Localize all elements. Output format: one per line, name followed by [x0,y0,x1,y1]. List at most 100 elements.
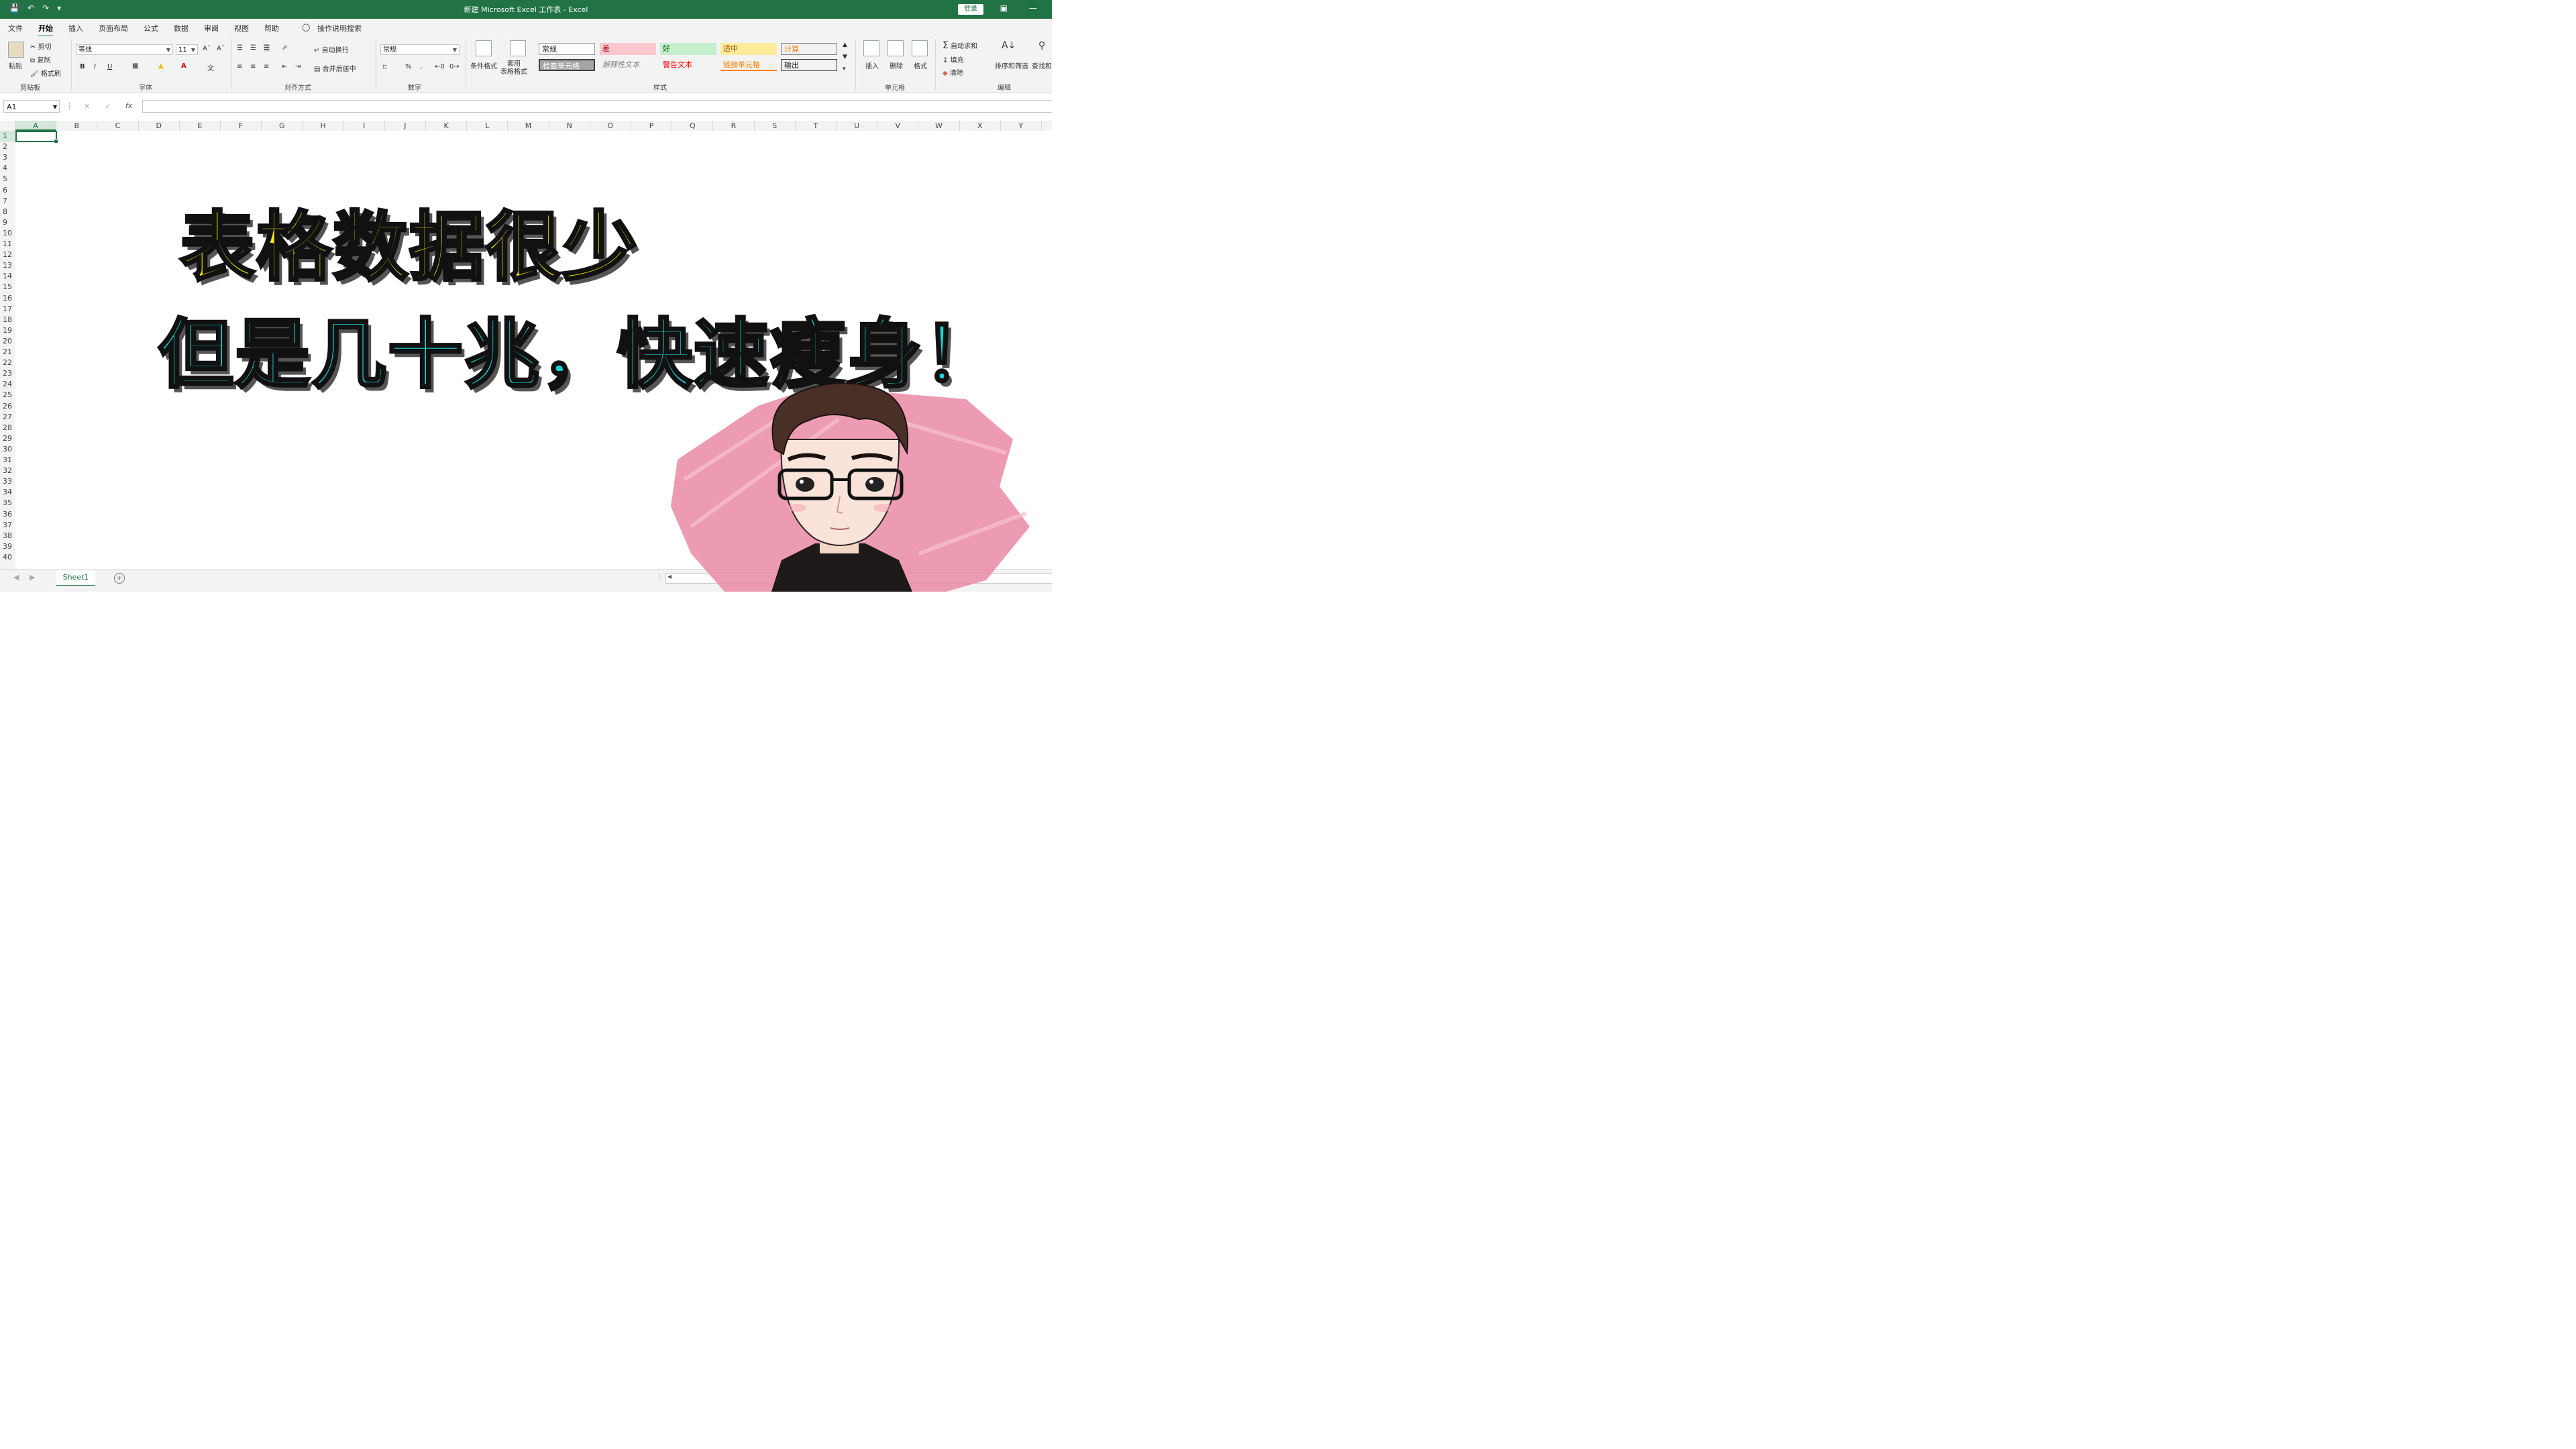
style-neutral[interactable]: 适中 [720,43,777,55]
tab-split-icon[interactable]: ⋮ [656,573,663,582]
row-header[interactable]: 26 [0,401,15,412]
delete-cells-icon[interactable] [888,40,904,56]
paste-icon[interactable] [8,42,24,58]
column-header[interactable]: E [180,121,221,131]
delete-cells-button[interactable]: 删除 [890,60,903,70]
row-header[interactable]: 34 [0,487,15,498]
grow-font-button[interactable]: Aˆ [203,45,211,52]
tab-insert[interactable]: 插入 [68,23,83,34]
row-header[interactable]: 33 [0,476,15,487]
row-header[interactable]: 15 [0,282,15,292]
tab-page-layout[interactable]: 页面布局 [99,23,128,34]
column-header[interactable]: H [303,121,344,131]
login-button[interactable]: 登录 [958,4,983,15]
column-header[interactable]: S [755,121,796,131]
row-header[interactable]: 30 [0,444,15,455]
decrease-decimal-icon[interactable]: 0→ [449,63,460,70]
column-header[interactable]: L [467,121,508,131]
row-header[interactable]: 8 [0,207,15,217]
column-header[interactable]: X [960,121,1001,131]
decrease-indent-icon[interactable]: ⇤ [282,63,287,70]
minimize-icon[interactable]: — [1029,3,1037,13]
column-header[interactable]: P [631,121,673,131]
row-header[interactable]: 11 [0,239,15,250]
row-header[interactable]: 25 [0,390,15,400]
prev-sheet-icon[interactable]: ◀ [13,573,19,582]
conditional-format-icon[interactable] [476,40,492,56]
insert-cells-button[interactable]: 插入 [865,60,879,70]
sort-filter-button[interactable]: 排序和筛选 [995,60,1028,70]
row-header[interactable]: 36 [0,509,15,520]
increase-indent-icon[interactable]: ⇥ [295,63,301,70]
row-header[interactable]: 14 [0,271,15,282]
row-header[interactable]: 18 [0,315,15,325]
row-header[interactable]: 20 [0,336,15,347]
bold-button[interactable]: B [80,63,85,70]
number-format-select[interactable]: 常规 ▼ [380,44,460,55]
row-header[interactable]: 21 [0,347,15,358]
shrink-font-button[interactable]: Aˇ [217,45,225,52]
row-header[interactable]: 16 [0,293,15,304]
style-normal[interactable]: 常规 [539,43,595,55]
merge-center-button[interactable]: ▤ 合并后居中 [314,63,356,73]
table-format-button[interactable]: 套用 表格格式 [500,60,527,76]
comma-button[interactable]: , [420,63,422,70]
column-header[interactable]: B [56,121,98,131]
selected-cell-a1[interactable] [15,131,58,144]
row-header[interactable]: 23 [0,368,15,379]
add-sheet-icon[interactable]: + [114,573,125,584]
row-header[interactable]: 4 [0,163,15,174]
row-header[interactable]: 31 [0,455,15,466]
row-header[interactable]: 28 [0,423,15,433]
column-header[interactable]: I [344,121,385,131]
next-sheet-icon[interactable]: ▶ [30,573,35,582]
column-header[interactable]: G [262,121,303,131]
align-middle-icon[interactable]: ☰ [250,44,256,52]
align-left-icon[interactable]: ≡ [237,63,242,70]
style-explanatory[interactable]: 解释性文本 [600,59,656,71]
style-calculation[interactable]: 计算 [781,43,837,55]
column-header[interactable]: T [796,121,837,131]
column-header[interactable]: V [877,121,919,131]
row-header[interactable]: 9 [0,217,15,228]
find-select-button[interactable]: 查找和 [1032,60,1052,70]
tab-file[interactable]: 文件 [8,23,23,34]
style-bad[interactable]: 差 [600,43,656,55]
row-header[interactable]: 38 [0,531,15,541]
column-header[interactable]: A [15,121,57,131]
style-warning[interactable]: 警告文本 [660,59,716,71]
column-header[interactable]: F [221,121,262,131]
tab-review[interactable]: 审阅 [204,23,219,34]
fill-color-icon[interactable]: ▲ [158,62,164,70]
row-header[interactable]: 2 [0,142,15,152]
align-center-icon[interactable]: ≡ [250,63,256,70]
wrap-text-button[interactable]: ↵ 自动换行 [314,44,349,54]
column-header[interactable]: Q [672,121,714,131]
tab-help[interactable]: 帮助 [264,23,279,34]
copy-button[interactable]: ⧉ 复制 [30,54,50,64]
row-header[interactable]: 40 [0,552,15,563]
row-header[interactable]: 12 [0,250,15,260]
style-linked-cell[interactable]: 链接单元格 [720,59,777,71]
table-format-icon[interactable] [510,40,526,56]
tab-formulas[interactable]: 公式 [144,23,158,34]
conditional-format-button[interactable]: 条件格式 [470,60,497,70]
ribbon-display-icon[interactable]: ▣ [1000,3,1008,13]
tell-me-search[interactable]: 操作说明搜索 [317,23,362,34]
increase-decimal-icon[interactable]: ←0 [435,63,445,70]
row-header[interactable]: 29 [0,433,15,444]
column-header[interactable]: D [139,121,180,131]
border-icon[interactable]: ▦ [132,62,138,70]
align-right-icon[interactable]: ≡ [264,63,269,70]
sheet-tab-sheet1[interactable]: Sheet1 [56,570,95,586]
row-header[interactable]: 37 [0,520,15,531]
cancel-icon[interactable]: ✕ [84,102,90,111]
font-name-select[interactable]: 等线 ▼ [76,44,173,55]
orientation-icon[interactable]: ⇗ [282,44,287,52]
column-header[interactable]: C [97,121,139,131]
column-header[interactable]: K [426,121,468,131]
column-header[interactable]: W [918,121,960,131]
insert-cells-icon[interactable] [863,40,879,56]
currency-icon[interactable]: ▫ [382,63,387,70]
column-header[interactable]: R [713,121,755,131]
